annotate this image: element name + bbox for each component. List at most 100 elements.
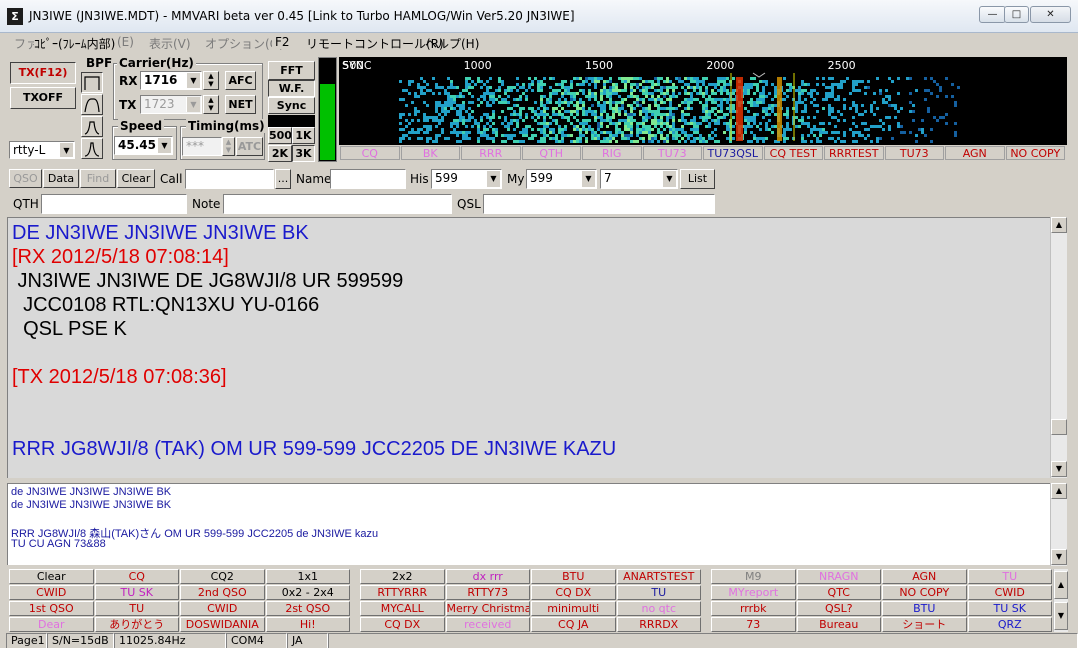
macro-grid-button[interactable]: BTU: [882, 601, 967, 616]
data-button[interactable]: Data: [43, 169, 79, 188]
bpf-very-narrow-button[interactable]: [81, 138, 103, 159]
his-rst-combo[interactable]: 599 ▼: [431, 169, 502, 189]
menu-remote[interactable]: リモートコントロール(R): [306, 35, 444, 52]
scroll-thumb[interactable]: [1051, 419, 1067, 435]
chevron-down-icon[interactable]: ▼: [59, 143, 73, 157]
macro-grid-button[interactable]: NO COPY: [882, 585, 967, 600]
span-1k-button[interactable]: 1K: [292, 127, 315, 144]
macro-grid-button[interactable]: dx rrr: [445, 569, 530, 584]
span-500-button[interactable]: 500: [268, 127, 292, 144]
macro-grid-button[interactable]: RTTYRRR: [360, 585, 445, 600]
macro-grid-button[interactable]: CWID: [967, 585, 1052, 600]
macro-grid-button[interactable]: ありがとう: [94, 617, 179, 632]
macro-button[interactable]: CQ TEST: [763, 146, 823, 160]
menu-edit[interactable]: (E): [117, 35, 134, 49]
macro-grid-button[interactable]: TU: [94, 601, 179, 616]
transmit-text-pane[interactable]: de JN3IWE JN3IWE JN3IWE BK de JN3IWE JN3I…: [7, 483, 1063, 565]
afc-button[interactable]: AFC: [225, 71, 256, 90]
macro-grid-button[interactable]: ショート: [882, 617, 967, 632]
macro-button[interactable]: TU73: [642, 146, 702, 160]
macro-grid-button[interactable]: NRAGN: [796, 569, 881, 584]
macro-grid-button[interactable]: MYreport: [711, 585, 796, 600]
macro-button[interactable]: NO COPY: [1005, 146, 1065, 160]
scroll-up-icon[interactable]: ▲: [1051, 217, 1067, 233]
menu-help[interactable]: ヘルプ(H): [425, 35, 479, 52]
macro-grid-button[interactable]: DOSWIDANIA: [180, 617, 265, 632]
qso-button[interactable]: QSO: [9, 169, 42, 188]
macro-grid-button[interactable]: ANARTSTEST: [616, 569, 701, 584]
macro-grid-button[interactable]: TU SK: [94, 585, 179, 600]
chevron-down-icon[interactable]: ▼: [186, 73, 200, 88]
macro-grid-button[interactable]: rrrbk: [711, 601, 796, 616]
clear-button[interactable]: Clear: [117, 169, 155, 188]
macro-grid-button[interactable]: BTU: [531, 569, 616, 584]
macro-grid-button[interactable]: MYCALL: [360, 601, 445, 616]
macro-grid-button[interactable]: M9: [711, 569, 796, 584]
rx-carrier-combo[interactable]: 1716 ▼: [140, 71, 202, 90]
macro-grid-button[interactable]: no qtc: [616, 601, 701, 616]
macro-grid-button[interactable]: 73: [711, 617, 796, 632]
macro-grid-button[interactable]: CQ JA: [531, 617, 616, 632]
chevron-down-icon[interactable]: ▼: [157, 138, 171, 153]
chevron-down-icon[interactable]: ▼: [186, 97, 200, 112]
net-button[interactable]: NET: [225, 95, 256, 114]
macro-grid-button[interactable]: 0x2 - 2x4: [265, 585, 350, 600]
macro-button[interactable]: CQ: [340, 146, 400, 160]
find-button[interactable]: Find: [80, 169, 116, 188]
close-button[interactable]: ✕: [1030, 6, 1071, 23]
macro-grid-button[interactable]: QSL?: [796, 601, 881, 616]
macro-grid-button[interactable]: AGN: [882, 569, 967, 584]
waterfall-button[interactable]: W.F.: [268, 80, 315, 97]
qth-input[interactable]: [41, 194, 187, 214]
macro-grid-button[interactable]: CWID: [9, 585, 94, 600]
macro-grid-button[interactable]: TU SK: [967, 601, 1052, 616]
scroll-up-icon[interactable]: ▲: [1051, 483, 1067, 499]
macro-grid-button[interactable]: RRRDX: [616, 617, 701, 632]
macro-button[interactable]: QTH: [521, 146, 581, 160]
macro-button[interactable]: TU73: [884, 146, 944, 160]
bpf-wide-button[interactable]: [81, 72, 103, 93]
macro-grid-button[interactable]: 2st QSO: [265, 601, 350, 616]
txoff-button[interactable]: TXOFF: [10, 87, 76, 109]
macro-grid-button[interactable]: CQ: [94, 569, 179, 584]
call-input[interactable]: [185, 169, 274, 189]
list-button[interactable]: List: [680, 169, 715, 189]
span-2k-button[interactable]: 2K: [268, 145, 292, 162]
macro-grid-button[interactable]: minimulti: [531, 601, 616, 616]
chevron-down-icon[interactable]: ▼: [662, 171, 676, 187]
chevron-down-icon[interactable]: ▼: [581, 171, 595, 187]
macro-button[interactable]: RRRTEST: [824, 146, 884, 160]
macro-grid-button[interactable]: TU: [616, 585, 701, 600]
scroll-down-icon[interactable]: ▼: [1051, 549, 1067, 565]
macro-grid-button[interactable]: QRZ: [967, 617, 1052, 632]
mode-combo[interactable]: rtty-L ▼: [9, 141, 75, 159]
tx-scrollbar[interactable]: ▲ ▼: [1050, 483, 1067, 566]
macro-grid-button[interactable]: CQ2: [180, 569, 265, 584]
macro-grid-button[interactable]: 1x1: [265, 569, 350, 584]
sync-button[interactable]: Sync: [268, 97, 315, 114]
note-input[interactable]: [223, 194, 452, 214]
rx-scrollbar[interactable]: ▲ ▼: [1050, 217, 1067, 478]
tx-button[interactable]: TX(F12): [10, 62, 76, 84]
qsl-input[interactable]: [483, 194, 715, 214]
tx-carrier-spin[interactable]: ▲ ▼: [203, 95, 219, 114]
minimize-button[interactable]: —: [979, 6, 1006, 23]
macro-grid-button[interactable]: RTTY73: [445, 585, 530, 600]
macro-page-down-icon[interactable]: ▼: [1054, 602, 1068, 630]
macro-grid-button[interactable]: Clear: [9, 569, 94, 584]
maximize-button[interactable]: □: [1004, 6, 1029, 23]
span-3k-button[interactable]: 3K: [292, 145, 315, 162]
macro-grid-button[interactable]: Bureau: [796, 617, 881, 632]
rx-carrier-spin[interactable]: ▲ ▼: [203, 71, 219, 90]
macro-grid-button[interactable]: Dear: [9, 617, 94, 632]
menu-view[interactable]: 表示(V): [149, 35, 191, 52]
macro-grid-button[interactable]: CQ DX: [360, 617, 445, 632]
macro-button[interactable]: AGN: [945, 146, 1005, 160]
macro-button[interactable]: RIG: [582, 146, 642, 160]
call-lookup-button[interactable]: ...: [275, 169, 291, 189]
macro-grid-button[interactable]: 2nd QSO: [180, 585, 265, 600]
macro-grid-button[interactable]: QTC: [796, 585, 881, 600]
name-input[interactable]: [330, 169, 406, 189]
waterfall-display[interactable]: SYNC 500 1000 1500 2000 2500: [339, 57, 1067, 145]
macro-grid-button[interactable]: 2x2: [360, 569, 445, 584]
